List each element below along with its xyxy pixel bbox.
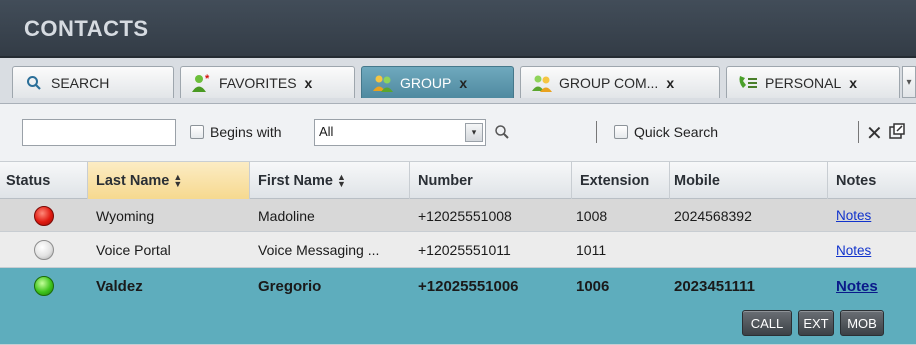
tab-close-button[interactable]: x bbox=[459, 75, 467, 91]
first-name-cell: Madoline bbox=[258, 207, 315, 224]
clear-icon[interactable]: ✕ bbox=[866, 121, 883, 146]
personal-icon bbox=[737, 73, 759, 93]
panel-title: CONTACTS bbox=[24, 16, 149, 41]
status-cell bbox=[0, 199, 88, 232]
tab-label: SEARCH bbox=[51, 74, 110, 91]
column-extension[interactable]: Extension bbox=[572, 162, 670, 199]
column-last-name[interactable]: Last Name ▲ ▼ bbox=[88, 162, 250, 199]
ext-button[interactable]: EXT bbox=[798, 310, 834, 336]
column-notes[interactable]: Notes bbox=[828, 162, 916, 199]
extension-cell: 1011 bbox=[576, 242, 607, 258]
tab-group[interactable]: GROUP x bbox=[361, 66, 514, 98]
tab-close-button[interactable]: x bbox=[849, 75, 857, 91]
tab-close-button[interactable]: x bbox=[666, 75, 674, 91]
mobile-cell: 2023451111 bbox=[674, 277, 755, 295]
number-cell: +12025551008 bbox=[418, 207, 512, 224]
column-first-name[interactable]: First Name ▲ ▼ bbox=[250, 162, 410, 199]
title-bar: CONTACTS bbox=[0, 0, 916, 58]
search-icon[interactable] bbox=[494, 124, 510, 143]
tab-overflow-button[interactable]: ▾ bbox=[902, 66, 916, 98]
call-button[interactable]: CALL bbox=[742, 310, 792, 336]
chevron-down-icon: ▾ bbox=[906, 76, 912, 88]
svg-text:*: * bbox=[205, 73, 210, 85]
last-name-cell: Wyoming bbox=[96, 207, 155, 224]
filter-toolbar: Begins with All ▾ Quick Search ✕ bbox=[0, 104, 916, 162]
unknown-status-icon bbox=[34, 240, 54, 260]
mobile-cell: 2024568392 bbox=[674, 207, 752, 224]
toolbar-divider bbox=[596, 121, 597, 143]
filter-input[interactable] bbox=[22, 119, 176, 146]
sort-icon: ▲ ▼ bbox=[336, 171, 346, 189]
field-select-value: All bbox=[319, 124, 334, 139]
table-row[interactable]: Voice Portal Voice Messaging ... +120255… bbox=[0, 232, 916, 268]
mobile-cell bbox=[670, 232, 828, 268]
table-header: Status Last Name ▲ ▼ First Name ▲ ▼ Number… bbox=[0, 162, 916, 199]
tab-personal[interactable]: PERSONAL x bbox=[726, 66, 900, 98]
toolbar-divider bbox=[858, 121, 859, 143]
group-icon bbox=[372, 73, 394, 93]
column-mobile[interactable]: Mobile bbox=[670, 162, 828, 199]
notes-cell: Notes bbox=[828, 268, 916, 304]
last-name-cell: Valdez bbox=[96, 277, 143, 295]
tab-strip: SEARCH * FAVORITES x GROUP x GROUP COM..… bbox=[0, 58, 916, 104]
begins-with-label: Begins with bbox=[210, 124, 282, 140]
group-common-icon bbox=[531, 73, 553, 93]
number-cell: +12025551006 bbox=[418, 277, 519, 295]
tab-favorites[interactable]: * FAVORITES x bbox=[180, 66, 355, 98]
tab-label: PERSONAL bbox=[765, 74, 842, 91]
first-name-cell: Voice Messaging ... bbox=[258, 242, 380, 258]
available-status-icon bbox=[34, 276, 54, 296]
column-label: First Name bbox=[258, 172, 333, 189]
chevron-down-icon[interactable]: ▾ bbox=[465, 123, 483, 142]
begins-with-checkbox[interactable] bbox=[190, 125, 204, 139]
quick-search-label: Quick Search bbox=[634, 124, 719, 140]
extension-cell: 1006 bbox=[576, 277, 610, 295]
tab-label: FAVORITES bbox=[219, 74, 297, 91]
tab-close-button[interactable]: x bbox=[305, 75, 313, 91]
mob-button[interactable]: MOB bbox=[840, 310, 884, 336]
extension-cell: 1008 bbox=[576, 207, 608, 224]
column-status[interactable]: Status bbox=[0, 162, 88, 199]
column-number[interactable]: Number bbox=[410, 162, 572, 199]
last-name-cell: Voice Portal bbox=[96, 242, 171, 258]
favorites-icon: * bbox=[191, 73, 213, 93]
popout-icon[interactable] bbox=[889, 123, 905, 139]
busy-status-icon bbox=[34, 205, 54, 226]
tab-search[interactable]: SEARCH bbox=[12, 66, 174, 98]
column-label: Last Name bbox=[96, 172, 170, 189]
tab-label: GROUP bbox=[400, 74, 452, 91]
table-row[interactable]: Wyoming Madoline +12025551008 1008 20245… bbox=[0, 199, 916, 232]
first-name-cell: Gregorio bbox=[258, 277, 322, 295]
notes-link[interactable]: Notes bbox=[836, 208, 871, 223]
notes-link[interactable]: Notes bbox=[836, 278, 878, 295]
status-cell bbox=[0, 232, 88, 268]
tab-label: GROUP COM... bbox=[559, 74, 659, 91]
field-select[interactable]: All ▾ bbox=[314, 119, 486, 146]
quick-search-checkbox[interactable] bbox=[614, 125, 628, 139]
notes-cell: Notes bbox=[828, 232, 916, 268]
number-cell: +12025551011 bbox=[418, 242, 511, 258]
notes-cell: Notes bbox=[828, 199, 916, 232]
sort-icon: ▲ ▼ bbox=[173, 171, 183, 189]
notes-link[interactable]: Notes bbox=[836, 243, 871, 258]
tab-group-common[interactable]: GROUP COM... x bbox=[520, 66, 720, 98]
status-cell bbox=[0, 268, 88, 304]
search-icon bbox=[23, 73, 45, 93]
